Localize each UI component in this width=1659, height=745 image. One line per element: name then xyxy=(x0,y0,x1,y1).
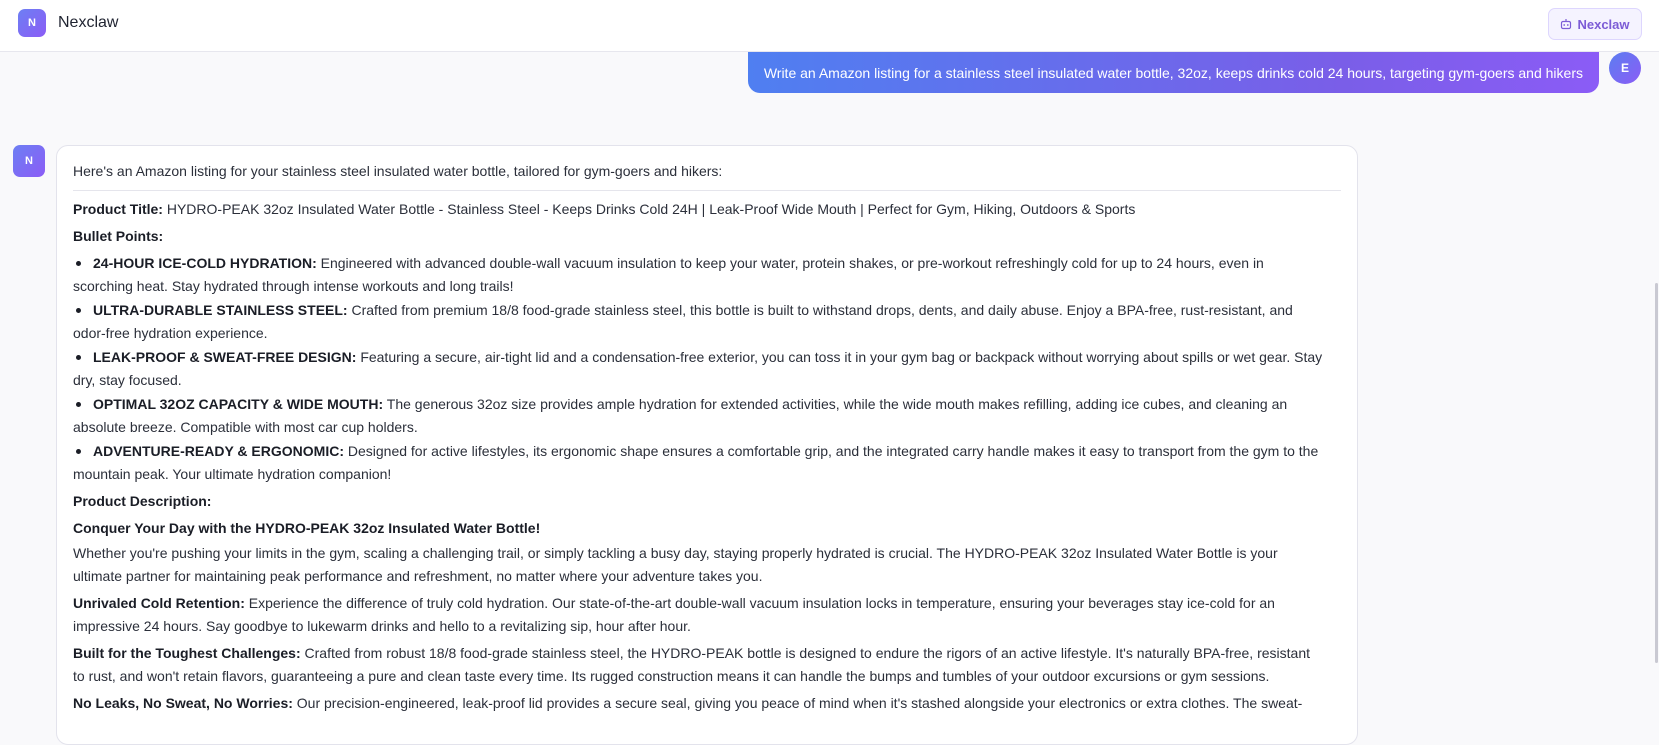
description-text: Experience the difference of truly cold … xyxy=(248,595,1275,611)
bullet-text-continued: odor-free hydration experience. xyxy=(73,325,268,341)
bullet-item: LEAK-PROOF & SWEAT-FREE DESIGN: Featurin… xyxy=(73,346,1341,392)
user-message-text: Write an Amazon listing for a stainless … xyxy=(763,64,1583,81)
description-paragraph: No Leaks, No Sweat, No Worries: Our prec… xyxy=(73,692,1341,715)
nexclaw-button[interactable]: Nexclaw xyxy=(1548,8,1642,40)
product-description-label: Product Description: xyxy=(73,493,212,509)
bullet-points-label: Bullet Points: xyxy=(73,228,164,244)
app-logo: N xyxy=(18,9,46,37)
bullet-list: 24-HOUR ICE-COLD HYDRATION: Engineered w… xyxy=(73,252,1341,486)
description-text-continued: impressive 24 hours. Say goodbye to luke… xyxy=(73,618,691,634)
bullet-item: OPTIMAL 32OZ CAPACITY & WIDE MOUTH: The … xyxy=(73,393,1341,439)
bullet-label: 24-HOUR ICE-COLD HYDRATION: xyxy=(93,255,317,271)
bullet-item: 24-HOUR ICE-COLD HYDRATION: Engineered w… xyxy=(73,252,1341,298)
assistant-message-card: Here's an Amazon listing for your stainl… xyxy=(56,145,1358,745)
bullet-label: LEAK-PROOF & SWEAT-FREE DESIGN: xyxy=(93,349,357,365)
bullet-text: Engineered with advanced double-wall vac… xyxy=(320,255,1264,271)
bullet-label: OPTIMAL 32OZ CAPACITY & WIDE MOUTH: xyxy=(93,396,384,412)
description-heading: Conquer Your Day with the HYDRO-PEAK 32o… xyxy=(73,520,541,536)
bullet-text: Featuring a secure, air-tight lid and a … xyxy=(360,349,1323,365)
description-text: Our precision-engineered, leak-proof lid… xyxy=(296,695,1303,711)
bullet-text-continued: scorching heat. Stay hydrated through in… xyxy=(73,278,514,294)
page-scrollbar[interactable] xyxy=(1655,283,1658,663)
bullet-label: ULTRA-DURABLE STAINLESS STEEL: xyxy=(93,302,348,318)
product-title-line: Product Title: HYDRO-PEAK 32oz Insulated… xyxy=(73,198,1341,221)
description-text: Whether you're pushing your limits in th… xyxy=(73,545,1278,561)
bullet-text: Designed for active lifestyles, its ergo… xyxy=(347,443,1319,459)
nexclaw-button-label: Nexclaw xyxy=(1577,16,1630,32)
user-avatar: E xyxy=(1609,52,1641,84)
bullet-label: ADVENTURE-READY & ERGONOMIC: xyxy=(93,443,344,459)
assistant-intro: Here's an Amazon listing for your stainl… xyxy=(73,160,1341,191)
bullet-text-continued: dry, stay focused. xyxy=(73,372,182,388)
bullet-text-continued: mountain peak. Your ultimate hydration c… xyxy=(73,466,392,482)
description-paragraph: Unrivaled Cold Retention: Experience the… xyxy=(73,592,1341,638)
app-header: N Nexclaw Nexclaw xyxy=(0,0,1659,52)
description-text-continued: to rust, and won't retain flavors, guara… xyxy=(73,668,1270,684)
user-message-bubble: Write an Amazon listing for a stainless … xyxy=(747,52,1599,93)
product-title-label: Product Title: xyxy=(73,201,163,217)
bullet-text-continued: absolute breeze. Compatible with most ca… xyxy=(73,419,418,435)
bullet-item: ULTRA-DURABLE STAINLESS STEEL: Crafted f… xyxy=(73,299,1341,345)
description-label: Built for the Toughest Challenges: xyxy=(73,645,301,661)
assistant-avatar: N xyxy=(13,145,45,177)
description-label: No Leaks, No Sweat, No Worries: xyxy=(73,695,293,711)
product-title-text: HYDRO-PEAK 32oz Insulated Water Bottle -… xyxy=(166,201,1136,217)
description-paragraph: Whether you're pushing your limits in th… xyxy=(73,542,1341,588)
bullet-item: ADVENTURE-READY & ERGONOMIC: Designed fo… xyxy=(73,440,1341,486)
description-text: Crafted from robust 18/8 food-grade stai… xyxy=(304,645,1310,661)
bullet-text: Crafted from premium 18/8 food-grade sta… xyxy=(351,302,1293,318)
description-label: Unrivaled Cold Retention: xyxy=(73,595,245,611)
robot-icon xyxy=(1560,18,1572,30)
description-text-continued: ultimate partner for maintaining peak pe… xyxy=(73,568,763,584)
app-title: Nexclaw xyxy=(58,14,119,31)
description-paragraph: Built for the Toughest Challenges: Craft… xyxy=(73,642,1341,688)
bullet-text: The generous 32oz size provides ample hy… xyxy=(386,396,1288,412)
